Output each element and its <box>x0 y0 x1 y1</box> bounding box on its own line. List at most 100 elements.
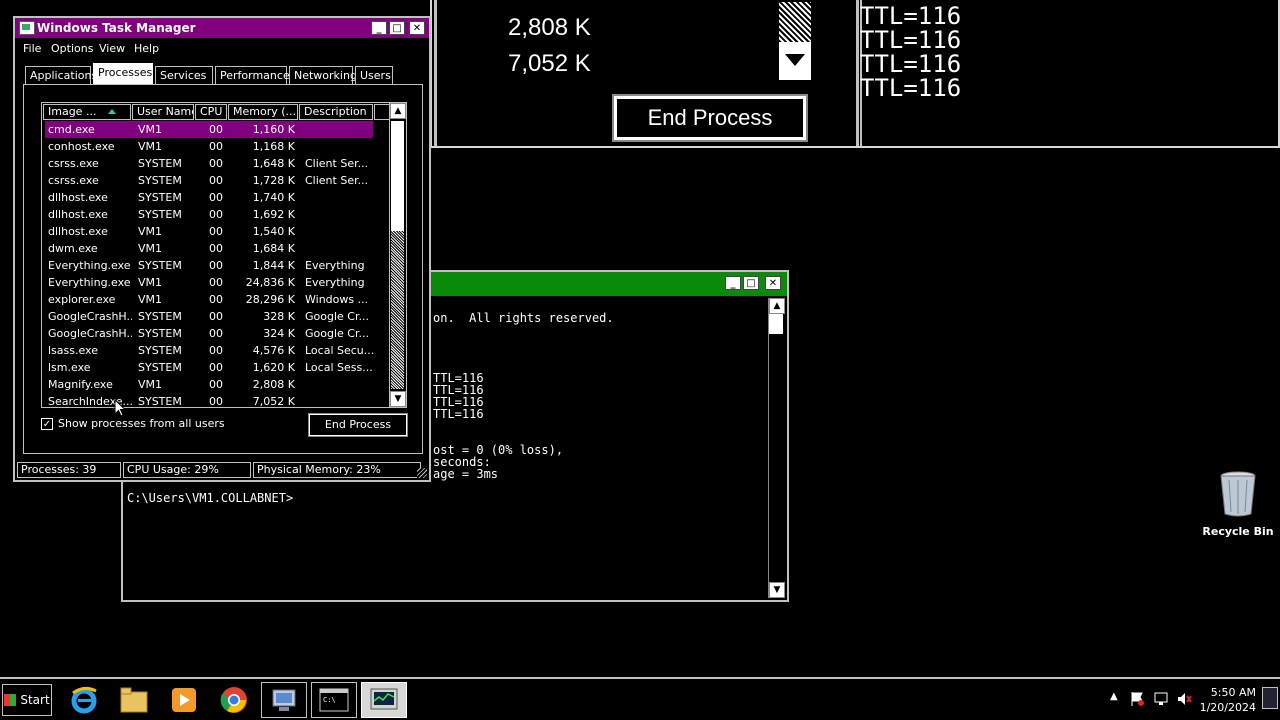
cell-user-name: SYSTEM <box>138 344 182 357</box>
column-header-user-name[interactable]: User Name <box>132 104 194 120</box>
recycle-bin[interactable]: Recycle Bin <box>1200 470 1276 540</box>
cell-cpu: 00 <box>209 276 223 289</box>
close-button[interactable]: ✕ <box>409 21 425 35</box>
cell-user-name: SYSTEM <box>138 327 182 340</box>
table-row[interactable]: conhost.exe VM1 00 1,168 K <box>45 138 373 155</box>
scroll-up-arrow-icon[interactable]: ▲ <box>769 298 785 314</box>
table-row[interactable]: Magnify.exe VM1 00 2,808 K <box>45 376 373 393</box>
action-center-flag-icon[interactable] <box>1130 691 1144 707</box>
cell-user-name: VM1 <box>138 140 163 153</box>
tab-performance[interactable]: Performance <box>215 66 290 84</box>
table-row[interactable]: lsm.exe SYSTEM 00 1,620 K Local Sess... <box>45 359 373 376</box>
cell-description: Client Ser... <box>305 157 369 170</box>
table-row[interactable]: lsass.exe SYSTEM 00 4,576 K Local Secu... <box>45 342 374 359</box>
internet-explorer-icon[interactable] <box>62 683 106 717</box>
table-row[interactable]: csrss.exe SYSTEM 00 1,728 K Client Ser... <box>45 172 373 189</box>
show-hidden-icons-icon[interactable]: ▲ <box>1110 691 1118 702</box>
console-scrollbar[interactable]: ▲ ▼ <box>768 298 785 598</box>
resize-grip-icon[interactable] <box>417 468 427 478</box>
recycle-bin-icon[interactable] <box>1218 470 1258 518</box>
scroll-thumb[interactable] <box>391 121 404 231</box>
table-row[interactable]: explorer.exe VM1 00 28,296 K Windows ... <box>45 291 373 308</box>
end-process-button[interactable]: End Process <box>308 413 408 437</box>
cell-memory: 1,692 K <box>252 208 295 221</box>
cell-user-name: SYSTEM <box>138 395 182 408</box>
table-row[interactable]: Everything.exe SYSTEM 00 1,844 K Everything <box>45 257 373 274</box>
scroll-up-arrow-icon[interactable]: ▲ <box>390 103 406 119</box>
minimize-button[interactable]: _ <box>371 21 387 35</box>
cell-memory: 328 K <box>263 310 295 323</box>
menu-help[interactable]: Help <box>134 42 159 55</box>
tab-networking[interactable]: Networking <box>289 66 357 84</box>
maximize-button[interactable]: □ <box>743 276 759 290</box>
cell-memory: 1,168 K <box>252 140 295 153</box>
media-player-icon[interactable] <box>162 683 206 717</box>
remote-desktop-icon[interactable] <box>261 682 307 718</box>
table-row[interactable]: dwm.exe VM1 00 1,684 K <box>45 240 373 257</box>
menu-options[interactable]: Options <box>51 42 93 55</box>
cell-memory: 4,576 K <box>252 344 295 357</box>
magnifier-frame-left <box>434 0 437 146</box>
volume-muted-icon[interactable] <box>1176 691 1192 707</box>
table-row[interactable]: SearchIndexe... SYSTEM 00 7,052 K <box>45 393 373 408</box>
task-manager-icon[interactable] <box>361 682 407 718</box>
task-manager-titlebar[interactable]: Windows Task Manager _ □ ✕ <box>15 18 429 38</box>
tab-users[interactable]: Users <box>355 66 393 84</box>
table-row[interactable]: GoogleCrashH... SYSTEM 00 324 K Google Cr... <box>45 325 373 342</box>
cell-cpu: 00 <box>209 378 223 391</box>
column-header-memory[interactable]: Memory (... <box>228 104 298 120</box>
task-manager-window[interactable]: Windows Task Manager _ □ ✕ File Options … <box>13 16 431 482</box>
minimize-button[interactable]: _ <box>725 276 741 290</box>
table-row[interactable]: cmd.exe VM1 00 1,160 K <box>45 121 373 138</box>
column-header-cpu[interactable]: CPU <box>195 104 227 120</box>
cell-cpu: 00 <box>209 157 223 170</box>
system-clock[interactable]: 5:50 AM 1/20/2024 <box>1200 685 1256 715</box>
show-all-users-checkbox[interactable]: ✓ <box>41 418 53 430</box>
file-explorer-icon[interactable] <box>112 683 156 717</box>
cell-cpu: 00 <box>209 123 223 136</box>
table-row[interactable]: csrss.exe SYSTEM 00 1,648 K Client Ser... <box>45 155 373 172</box>
maximize-button[interactable]: □ <box>389 21 405 35</box>
table-row[interactable]: GoogleCrashH... SYSTEM 00 328 K Google Cr... <box>45 308 373 325</box>
tab-processes[interactable]: Processes <box>93 63 153 85</box>
cell-image-name: Everything.exe <box>48 276 131 289</box>
cell-description: Client Ser... <box>305 174 369 187</box>
menu-file[interactable]: File <box>23 42 41 55</box>
chrome-icon[interactable] <box>212 683 256 717</box>
cell-memory: 324 K <box>263 327 295 340</box>
cell-cpu: 00 <box>209 259 223 272</box>
console-prompt: C:\Users\VM1.COLLABNET> <box>127 491 294 505</box>
process-list[interactable]: Image ... User Name CPU Memory (... Desc… <box>41 102 407 408</box>
tab-services[interactable]: Services <box>155 66 213 84</box>
menu-view[interactable]: View <box>99 42 125 55</box>
show-desktop-button[interactable] <box>1262 687 1278 709</box>
cell-user-name: SYSTEM <box>138 191 182 204</box>
scroll-down-arrow-icon[interactable]: ▼ <box>769 582 785 598</box>
clock-date: 1/20/2024 <box>1199 701 1256 714</box>
column-header-description[interactable]: Description <box>299 104 373 120</box>
console-line: TTL=116 <box>433 407 484 421</box>
cell-user-name: SYSTEM <box>138 310 182 323</box>
scroll-thumb[interactable] <box>769 314 783 334</box>
column-header-image-name[interactable]: Image ... <box>43 104 131 120</box>
scroll-down-arrow-icon[interactable]: ▼ <box>390 391 406 407</box>
table-row[interactable]: Everything.exe VM1 00 24,836 K Everything <box>45 274 373 291</box>
cell-description: Everything <box>305 259 365 272</box>
windows-logo-icon <box>4 694 17 706</box>
process-list-scrollbar[interactable]: ▲ ▼ <box>389 103 406 407</box>
cell-image-name: lsm.exe <box>48 361 91 374</box>
table-row[interactable]: dllhost.exe SYSTEM 00 1,692 K <box>45 206 373 223</box>
cell-cpu: 00 <box>209 174 223 187</box>
start-button[interactable]: Start <box>2 684 52 716</box>
network-icon[interactable] <box>1153 691 1169 707</box>
scroll-track[interactable] <box>391 231 404 389</box>
status-cpu-usage: CPU Usage: 29% <box>123 462 251 478</box>
command-prompt-icon[interactable]: C:\ <box>311 682 357 718</box>
cell-user-name: VM1 <box>138 293 163 306</box>
table-row[interactable]: dllhost.exe SYSTEM 00 1,740 K <box>45 189 373 206</box>
table-row[interactable]: dllhost.exe VM1 00 1,540 K <box>45 223 373 240</box>
console-line: age = 3ms <box>433 467 499 481</box>
tab-applications[interactable]: Applications <box>25 66 97 84</box>
close-button[interactable]: ✕ <box>765 276 781 290</box>
cell-user-name: SYSTEM <box>138 174 182 187</box>
